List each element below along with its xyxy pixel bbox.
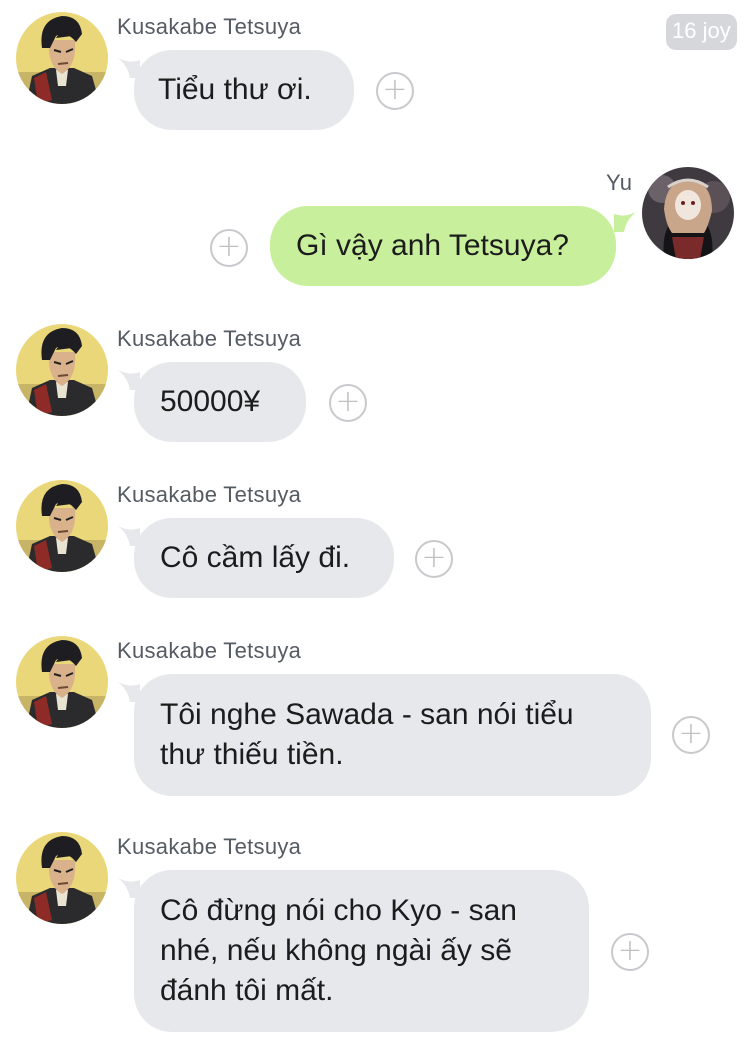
sender-avatar[interactable] [16,12,108,104]
message-bubble[interactable]: Cô đừng nói cho Kyo - san nhé, nếu không… [134,870,589,1032]
sender-avatar[interactable] [16,480,108,572]
message-bubble[interactable]: Tiểu thư ơi. [134,50,354,130]
message-row: Kusakabe Tetsuya Cô đừng nói cho Kyo - s… [0,820,750,1050]
add-reaction-icon[interactable]: + [329,384,367,422]
avatar-image [16,832,108,924]
avatar-image [642,167,734,259]
add-reaction-icon[interactable]: + [210,229,248,267]
avatar-image [16,636,108,728]
message-row: Kusakabe Tetsuya 50000¥ + [0,312,750,462]
message-row: Kusakabe Tetsuya Cô cầm lấy đi. + [0,468,750,618]
message-row: Kusakabe Tetsuya Tiểu thư ơi. + [0,0,750,150]
add-reaction-icon[interactable]: + [376,72,414,110]
message-row: Kusakabe Tetsuya Tôi nghe Sawada - san n… [0,624,750,814]
message-bubble[interactable]: 50000¥ [134,362,306,442]
message-bubble[interactable]: Tôi nghe Sawada - san nói tiểu thư thiếu… [134,674,651,796]
avatar-image [16,480,108,572]
message-bubble[interactable]: Gì vậy anh Tetsuya? [270,206,616,286]
add-reaction-icon[interactable]: + [415,540,453,578]
sender-name: Kusakabe Tetsuya [117,14,302,39]
sender-name: Yu [606,170,633,195]
sender-avatar[interactable] [16,832,108,924]
message-bubble[interactable]: Cô cầm lấy đi. [134,518,394,598]
add-reaction-icon[interactable]: + [672,716,710,754]
sender-name: Kusakabe Tetsuya [117,834,302,859]
sender-name: Kusakabe Tetsuya [117,482,302,507]
sender-avatar[interactable] [16,324,108,416]
add-reaction-icon[interactable]: + [611,933,649,971]
bubble-tail [614,210,636,232]
sender-name: Kusakabe Tetsuya [117,326,302,351]
sender-name: Kusakabe Tetsuya [117,638,302,663]
avatar-image [16,324,108,416]
message-row: Yu Gì vậy anh Tetsuya? + [0,150,750,300]
sender-avatar[interactable] [642,167,734,259]
avatar-image [16,12,108,104]
sender-avatar[interactable] [16,636,108,728]
